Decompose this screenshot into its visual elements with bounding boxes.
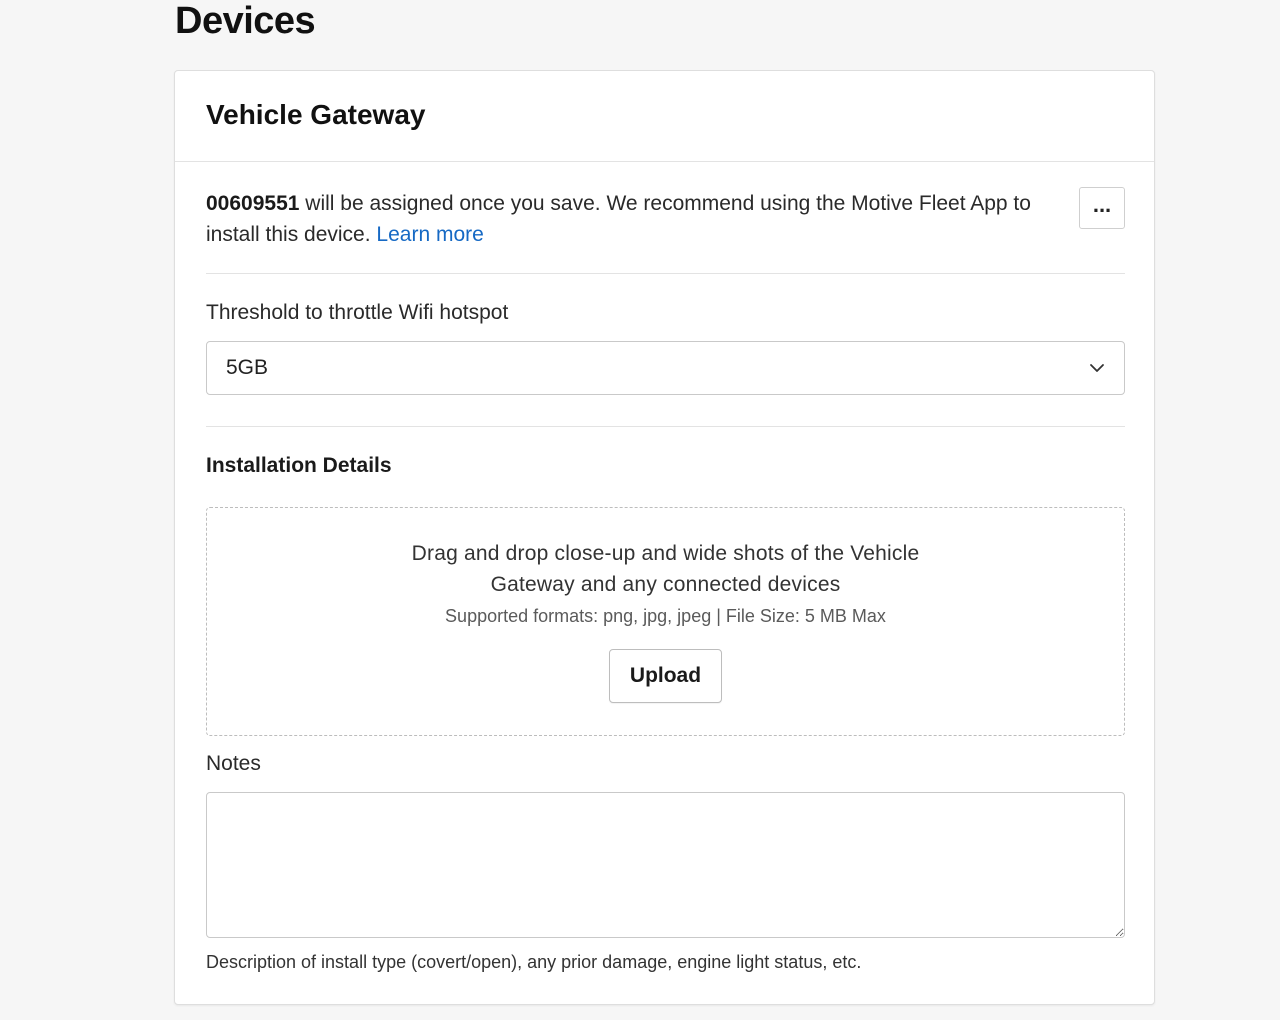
notes-label: Notes: [206, 752, 261, 775]
throttle-select[interactable]: 5GB: [206, 341, 1125, 395]
photo-dropzone[interactable]: Drag and drop close-up and wide shots of…: [206, 507, 1125, 736]
card-header: Vehicle Gateway: [175, 71, 1154, 162]
notice-text: will be assigned once you save. We recom…: [206, 192, 1031, 246]
assignment-notice: 00609551 will be assigned once you save.…: [206, 188, 1036, 250]
chevron-down-icon: [1090, 364, 1104, 372]
ellipsis-icon: ...: [1092, 191, 1112, 217]
notes-textarea[interactable]: [206, 792, 1125, 938]
divider: [206, 273, 1125, 274]
notes-helper-text: Description of install type (covert/open…: [206, 952, 862, 972]
more-options-button[interactable]: ...: [1079, 187, 1125, 229]
supported-formats: Supported formats: png, jpg, jpeg | File…: [445, 606, 886, 626]
device-serial: 00609551: [206, 192, 300, 215]
divider: [206, 426, 1125, 427]
vehicle-gateway-card: Vehicle Gateway 00609551 will be assigne…: [174, 70, 1155, 1005]
upload-button[interactable]: Upload: [609, 649, 722, 703]
installation-details-title: Installation Details: [206, 454, 392, 477]
card-title: Vehicle Gateway: [206, 99, 426, 130]
dropzone-instructions: Drag and drop close-up and wide shots of…: [411, 542, 920, 596]
learn-more-link[interactable]: Learn more: [376, 223, 483, 246]
throttle-select-value: 5GB: [226, 356, 269, 379]
throttle-label: Threshold to throttle Wifi hotspot: [206, 301, 509, 324]
page-title: Devices: [175, 0, 316, 42]
